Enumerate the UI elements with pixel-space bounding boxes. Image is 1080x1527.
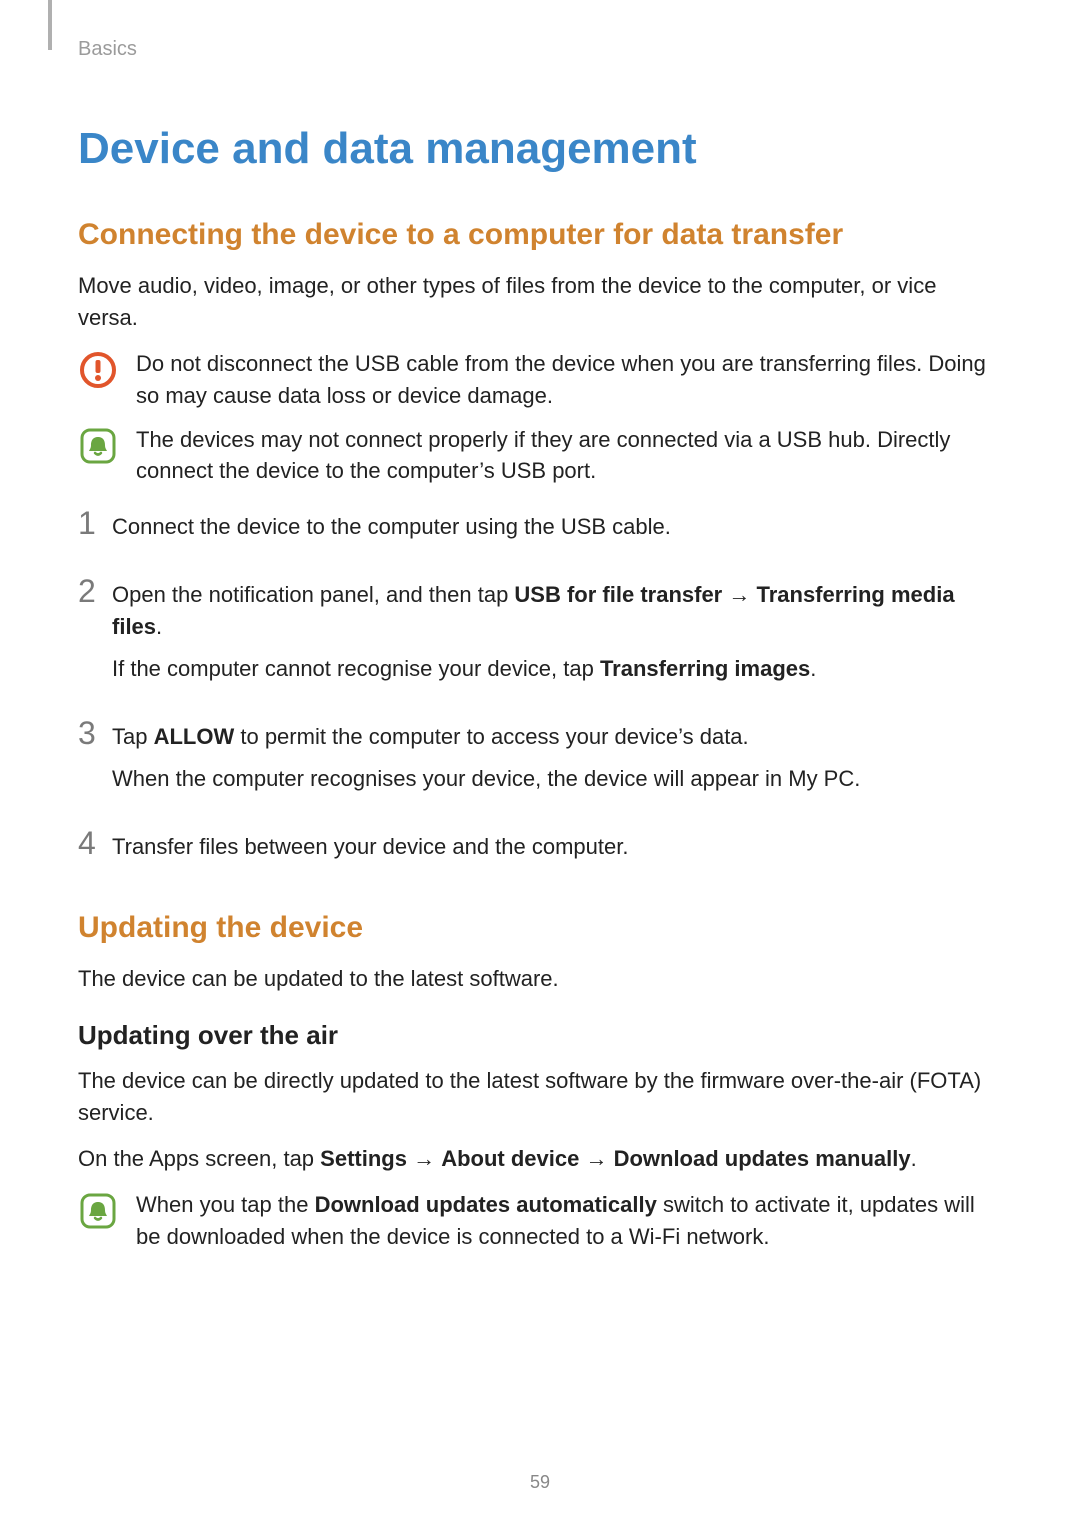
step-number: 2 <box>78 575 112 607</box>
bold-text: Settings <box>320 1146 407 1171</box>
step-number: 1 <box>78 507 112 539</box>
step-3: 3 Tap ALLOW to permit the computer to ac… <box>78 717 1002 805</box>
page-header: Basics <box>78 36 1002 66</box>
bold-text: ALLOW <box>154 724 235 749</box>
text: . <box>810 656 816 681</box>
step-2: 2 Open the notification panel, and then … <box>78 575 1002 695</box>
step-number: 3 <box>78 717 112 749</box>
note-text-2: When you tap the Download updates automa… <box>136 1189 1002 1253</box>
step-2-line1: Open the notification panel, and then ta… <box>112 579 1002 643</box>
ota-paragraph-2: On the Apps screen, tap Settings → About… <box>78 1143 1002 1175</box>
arrow-text: → <box>407 1146 441 1171</box>
page-number: 59 <box>0 1472 1080 1493</box>
note-icon <box>78 1191 118 1231</box>
text: Open the notification panel, and then ta… <box>112 582 514 607</box>
step-1-text: Connect the device to the computer using… <box>112 511 1002 543</box>
step-1: 1 Connect the device to the computer usi… <box>78 507 1002 553</box>
section-heading-connecting: Connecting the device to a computer for … <box>78 218 1002 252</box>
manual-page: Basics Device and data management Connec… <box>0 0 1080 1527</box>
section1-intro: Move audio, video, image, or other types… <box>78 270 1002 334</box>
step-1-body: Connect the device to the computer using… <box>112 507 1002 553</box>
text: Tap <box>112 724 154 749</box>
bold-text: USB for file transfer <box>514 582 722 607</box>
note-text-1: The devices may not connect properly if … <box>136 424 1002 488</box>
header-breadcrumb: Basics <box>78 38 137 61</box>
step-number: 4 <box>78 827 112 859</box>
note-icon <box>78 426 118 466</box>
warning-callout: Do not disconnect the USB cable from the… <box>78 348 1002 412</box>
section-heading-updating: Updating the device <box>78 911 1002 945</box>
text: When you tap the <box>136 1192 315 1217</box>
arrow-text: → <box>722 582 756 607</box>
subsection-heading-ota: Updating over the air <box>78 1020 1002 1051</box>
bold-text: Download updates automatically <box>315 1192 657 1217</box>
step-2-line2: If the computer cannot recognise your de… <box>112 653 1002 685</box>
step-list: 1 Connect the device to the computer usi… <box>78 507 1002 872</box>
text: . <box>911 1146 917 1171</box>
step-3-body: Tap ALLOW to permit the computer to acce… <box>112 717 1002 805</box>
step-4-text: Transfer files between your device and t… <box>112 831 1002 863</box>
step-4: 4 Transfer files between your device and… <box>78 827 1002 873</box>
header-rule <box>48 0 52 50</box>
step-3-line2: When the computer recognises your device… <box>112 763 1002 795</box>
note-callout-1: The devices may not connect properly if … <box>78 424 1002 488</box>
step-3-line1: Tap ALLOW to permit the computer to acce… <box>112 721 1002 753</box>
page-title: Device and data management <box>78 124 1002 174</box>
text: If the computer cannot recognise your de… <box>112 656 600 681</box>
bold-text: Download updates manually <box>614 1146 911 1171</box>
bold-text: About device <box>441 1146 579 1171</box>
warning-icon <box>78 350 118 390</box>
text: to permit the computer to access your de… <box>234 724 748 749</box>
warning-text: Do not disconnect the USB cable from the… <box>136 348 1002 412</box>
text: On the Apps screen, tap <box>78 1146 320 1171</box>
step-2-body: Open the notification panel, and then ta… <box>112 575 1002 695</box>
step-4-body: Transfer files between your device and t… <box>112 827 1002 873</box>
ota-paragraph-1: The device can be directly updated to th… <box>78 1065 1002 1129</box>
bold-text: Transferring images <box>600 656 810 681</box>
section2-intro: The device can be updated to the latest … <box>78 963 1002 995</box>
arrow-text: → <box>579 1146 613 1171</box>
note-callout-2: When you tap the Download updates automa… <box>78 1189 1002 1253</box>
text: . <box>156 614 162 639</box>
